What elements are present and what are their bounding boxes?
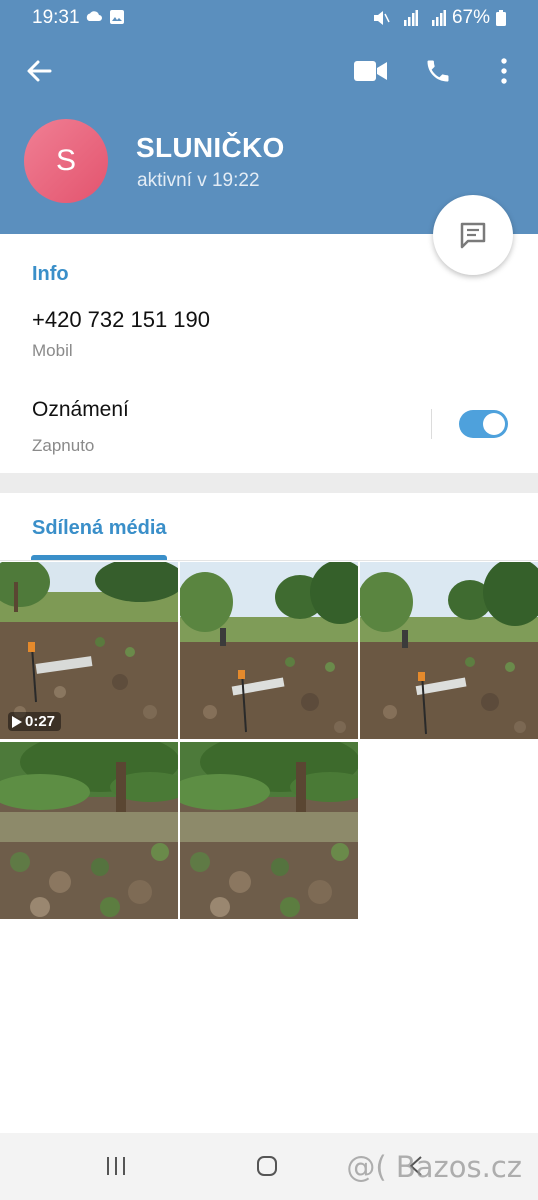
video-duration: 0:27 [25,713,56,730]
video-call-icon[interactable] [354,60,388,82]
more-options-icon[interactable] [499,58,509,84]
battery-icon [496,10,506,26]
garden-photo [180,742,358,919]
phone-number[interactable]: +420 732 151 190 [32,307,210,333]
message-button[interactable] [433,195,513,275]
image-notification-icon [110,10,124,24]
watermark: @( Bazos.cz [346,1150,522,1184]
contact-name: SLUNIČKO [136,132,285,163]
media-thumbnail-video[interactable]: 0:27 [0,562,178,739]
battery-percent: 67% [451,7,490,28]
recent-apps-icon[interactable] [105,1155,127,1177]
section-separator [0,473,538,493]
garden-photo [360,562,538,739]
play-icon [12,715,22,728]
tab-shared-media[interactable]: Sdílená média [32,517,167,540]
divider [431,409,432,439]
video-duration-badge: 0:27 [8,712,62,731]
media-thumbnail[interactable] [360,562,538,739]
message-icon [460,222,486,249]
phone-call-icon[interactable] [424,57,452,85]
status-bar: 19:31 67% [0,0,538,36]
notifications-toggle[interactable] [459,410,508,438]
signal-icon [403,10,418,26]
media-thumbnail[interactable] [0,742,178,919]
weather-icon [86,11,102,21]
home-icon[interactable] [256,1155,278,1177]
toggle-knob [483,413,505,435]
garden-photo [180,562,358,739]
mute-icon [373,11,390,25]
notifications-label[interactable]: Oznámení [32,398,129,422]
avatar[interactable]: S [24,119,108,203]
contact-last-seen: aktivní v 19:22 [137,170,260,191]
media-thumbnail[interactable] [180,562,358,739]
phone-type-label: Mobil [32,341,73,360]
back-arrow-icon[interactable] [26,58,52,84]
garden-photo [0,742,178,919]
media-thumbnail[interactable] [180,742,358,919]
signal-2-icon [431,10,446,26]
status-time: 19:31 [32,7,80,28]
divider [0,560,538,561]
avatar-initial: S [55,144,76,177]
info-section-title: Info [32,263,69,285]
notifications-status: Zapnuto [32,436,95,455]
